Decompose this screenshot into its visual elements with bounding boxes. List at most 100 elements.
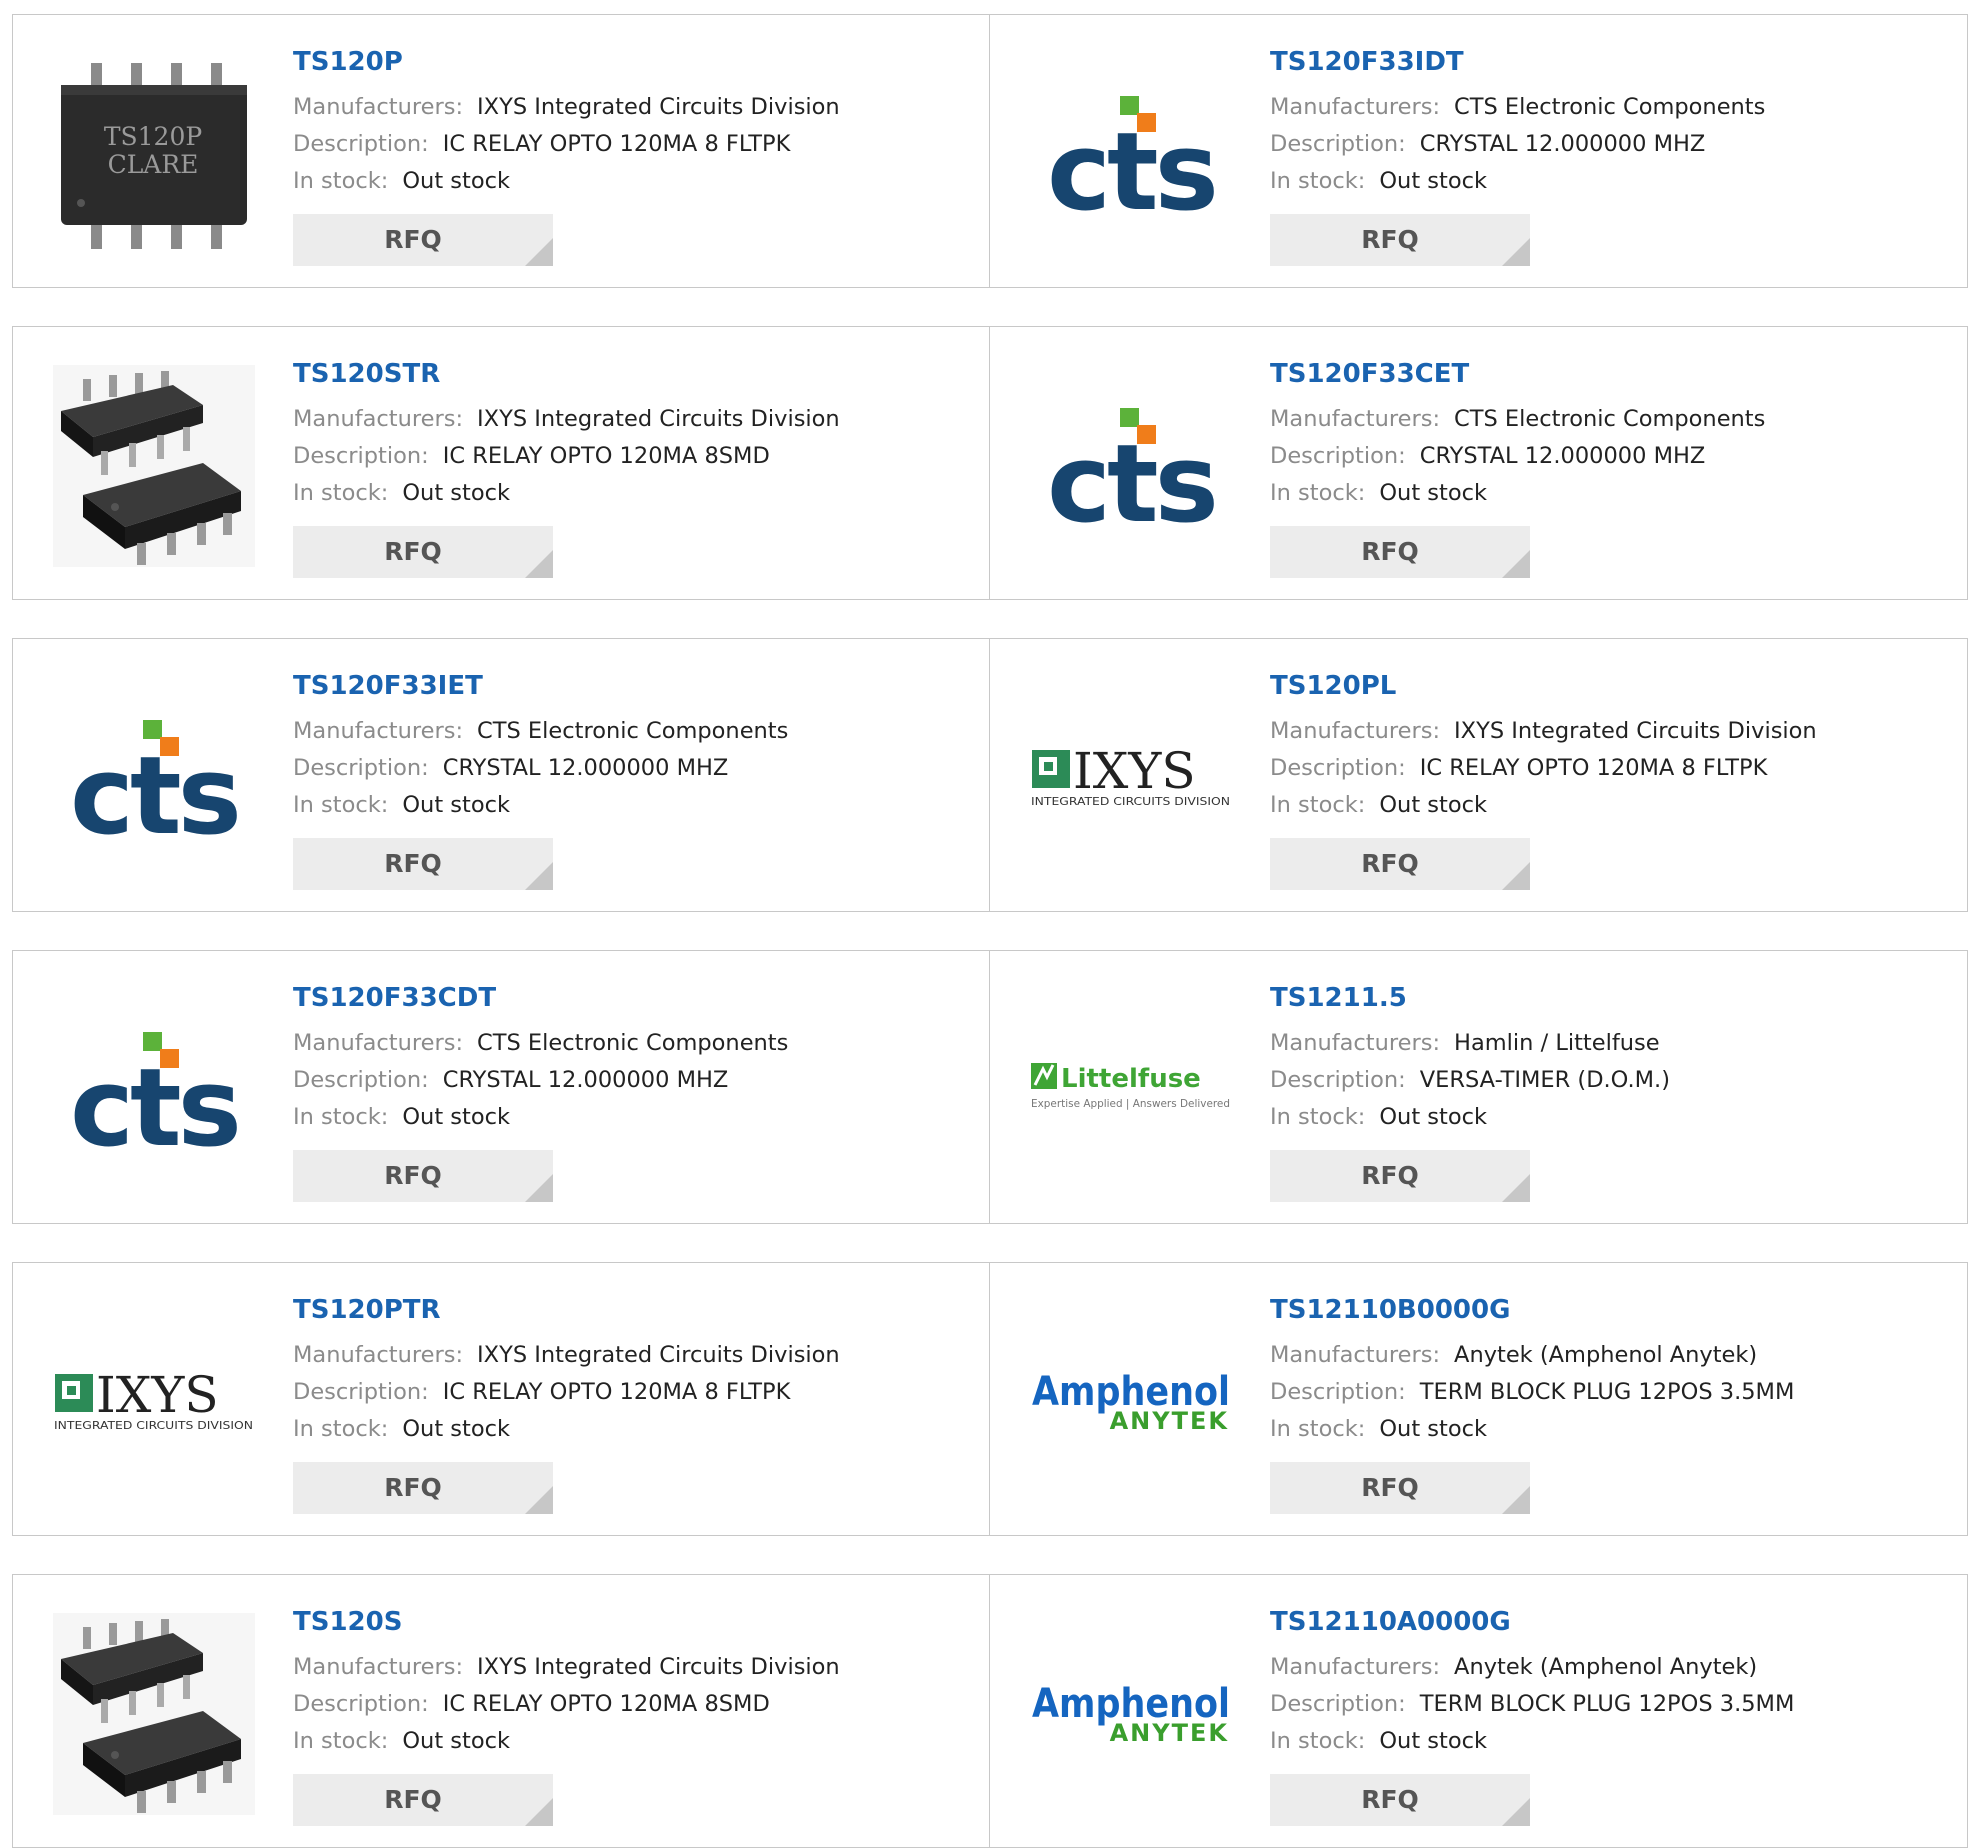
manufacturer-value: CTS Electronic Components bbox=[477, 718, 789, 744]
ixys-logo: IXYS INTEGRATED CIRCUITS DIVISION bbox=[54, 1367, 253, 1432]
product-image[interactable]: IXYS INTEGRATED CIRCUITS DIVISION bbox=[1030, 677, 1232, 879]
product-card: cts TS120F33IET Manufacturers: CTS Electr… bbox=[12, 638, 990, 912]
rfq-button[interactable]: RFQ bbox=[293, 1462, 553, 1514]
product-image[interactable]: cts bbox=[1030, 365, 1232, 567]
product-card: Amphenol ANYTEK TS12110B0000G Manufactur… bbox=[990, 1262, 1968, 1536]
product-info: TS120P Manufacturers: IXYS Integrated Cir… bbox=[293, 45, 969, 266]
stock-label: In stock: bbox=[293, 480, 389, 506]
part-number-link[interactable]: TS120PL bbox=[1270, 669, 1947, 703]
rfq-button-label: RFQ bbox=[1361, 1785, 1419, 1814]
chip-marking-line2: CLARE bbox=[108, 150, 199, 179]
part-number-link[interactable]: TS1211.5 bbox=[1270, 981, 1947, 1015]
stock-label: In stock: bbox=[1270, 1728, 1366, 1754]
product-image[interactable]: cts bbox=[1030, 53, 1232, 255]
description-label: Description: bbox=[293, 1379, 429, 1405]
description-label: Description: bbox=[293, 1691, 429, 1717]
manufacturer-line: Manufacturers: IXYS Integrated Circuits D… bbox=[1270, 713, 1947, 750]
description-label: Description: bbox=[1270, 1379, 1406, 1405]
stock-value: Out stock bbox=[1379, 1104, 1487, 1130]
part-number-link[interactable]: TS12110B0000G bbox=[1270, 1293, 1947, 1327]
manufacturer-line: Manufacturers: CTS Electronic Components bbox=[1270, 89, 1947, 126]
logo-subtext: Expertise Applied | Answers Delivered bbox=[1031, 1098, 1230, 1110]
rfq-button-label: RFQ bbox=[384, 537, 442, 566]
product-info: TS120F33IDT Manufacturers: CTS Electronic… bbox=[1270, 45, 1947, 266]
description-line: Description: CRYSTAL 12.000000 MHZ bbox=[1270, 438, 1947, 475]
product-info: TS120PL Manufacturers: IXYS Integrated Ci… bbox=[1270, 669, 1947, 890]
cts-logo: cts bbox=[70, 720, 242, 838]
rfq-button-label: RFQ bbox=[384, 1785, 442, 1814]
manufacturer-value: Hamlin / Littelfuse bbox=[1454, 1030, 1660, 1056]
part-number-link[interactable]: TS120F33IDT bbox=[1270, 45, 1947, 79]
rfq-button[interactable]: RFQ bbox=[1270, 1462, 1530, 1514]
product-image[interactable]: cts bbox=[53, 677, 255, 879]
rfq-button[interactable]: RFQ bbox=[1270, 214, 1530, 266]
logo-subtext: ANYTEK bbox=[1110, 1719, 1229, 1747]
part-number-link[interactable]: TS120P bbox=[293, 45, 969, 79]
description-line: Description: CRYSTAL 12.000000 MHZ bbox=[1270, 126, 1947, 163]
stock-label: In stock: bbox=[1270, 168, 1366, 194]
part-number-link[interactable]: TS120S bbox=[293, 1605, 969, 1639]
stock-line: In stock: Out stock bbox=[293, 475, 969, 512]
product-image[interactable]: IXYS INTEGRATED CIRCUITS DIVISION bbox=[53, 1301, 255, 1503]
rfq-button[interactable]: RFQ bbox=[293, 1774, 553, 1826]
part-number-link[interactable]: TS120STR bbox=[293, 357, 969, 391]
product-card: cts TS120F33CET Manufacturers: CTS Electr… bbox=[990, 326, 1968, 600]
manufacturer-value: CTS Electronic Components bbox=[477, 1030, 789, 1056]
stock-value: Out stock bbox=[402, 792, 510, 818]
rfq-button[interactable]: RFQ bbox=[293, 838, 553, 890]
cts-logo: cts bbox=[70, 1032, 242, 1150]
manufacturer-label: Manufacturers: bbox=[293, 1030, 464, 1056]
manufacturer-line: Manufacturers: IXYS Integrated Circuits D… bbox=[293, 1649, 969, 1686]
manufacturer-label: Manufacturers: bbox=[293, 718, 464, 744]
product-image[interactable]: cts bbox=[53, 989, 255, 1191]
product-image[interactable]: Littelfuse Expertise Applied | Answers D… bbox=[1030, 989, 1232, 1191]
product-image[interactable]: Amphenol ANYTEK bbox=[1030, 1613, 1232, 1815]
part-number-link[interactable]: TS12110A0000G bbox=[1270, 1605, 1947, 1639]
manufacturer-value: IXYS Integrated Circuits Division bbox=[477, 1654, 840, 1680]
description-value: CRYSTAL 12.000000 MHZ bbox=[442, 1067, 729, 1093]
product-image[interactable] bbox=[53, 365, 255, 567]
manufacturer-line: Manufacturers: IXYS Integrated Circuits D… bbox=[293, 89, 969, 126]
part-number-link[interactable]: TS120F33IET bbox=[293, 669, 969, 703]
description-value: CRYSTAL 12.000000 MHZ bbox=[1419, 131, 1706, 157]
cts-logo: cts bbox=[1047, 96, 1219, 214]
rfq-button-label: RFQ bbox=[1361, 225, 1419, 254]
description-line: Description: CRYSTAL 12.000000 MHZ bbox=[293, 1062, 969, 1099]
product-image[interactable]: Amphenol ANYTEK bbox=[1030, 1301, 1232, 1503]
product-card: TS120STR Manufacturers: IXYS Integrated C… bbox=[12, 326, 990, 600]
manufacturer-line: Manufacturers: IXYS Integrated Circuits D… bbox=[293, 401, 969, 438]
part-number-link[interactable]: TS120PTR bbox=[293, 1293, 969, 1327]
rfq-button-label: RFQ bbox=[1361, 537, 1419, 566]
manufacturer-label: Manufacturers: bbox=[1270, 1342, 1441, 1368]
rfq-button[interactable]: RFQ bbox=[293, 526, 553, 578]
rfq-button[interactable]: RFQ bbox=[293, 1150, 553, 1202]
amphenol-logo: Amphenol ANYTEK bbox=[1032, 1369, 1230, 1435]
manufacturer-label: Manufacturers: bbox=[293, 1342, 464, 1368]
part-number-link[interactable]: TS120F33CDT bbox=[293, 981, 969, 1015]
stock-line: In stock: Out stock bbox=[293, 1411, 969, 1448]
stock-value: Out stock bbox=[1379, 1728, 1487, 1754]
product-info: TS120F33CET Manufacturers: CTS Electronic… bbox=[1270, 357, 1947, 578]
stock-value: Out stock bbox=[402, 168, 510, 194]
manufacturer-label: Manufacturers: bbox=[1270, 1654, 1441, 1680]
rfq-button-label: RFQ bbox=[1361, 849, 1419, 878]
rfq-button[interactable]: RFQ bbox=[293, 214, 553, 266]
manufacturer-label: Manufacturers: bbox=[1270, 94, 1441, 120]
description-label: Description: bbox=[293, 131, 429, 157]
product-row: IXYS INTEGRATED CIRCUITS DIVISION TS120P… bbox=[12, 1262, 1968, 1536]
stock-label: In stock: bbox=[293, 1416, 389, 1442]
rfq-button[interactable]: RFQ bbox=[1270, 1150, 1530, 1202]
cts-logo: cts bbox=[1047, 408, 1219, 526]
rfq-button[interactable]: RFQ bbox=[1270, 838, 1530, 890]
chip-photo bbox=[53, 1613, 255, 1815]
product-image[interactable]: TS120P CLARE bbox=[53, 53, 255, 255]
stock-line: In stock: Out stock bbox=[1270, 163, 1947, 200]
product-image[interactable] bbox=[53, 1613, 255, 1815]
rfq-button[interactable]: RFQ bbox=[1270, 526, 1530, 578]
description-value: TERM BLOCK PLUG 12POS 3.5MM bbox=[1419, 1379, 1795, 1405]
logo-text: Littelfuse bbox=[1061, 1064, 1201, 1094]
product-card: Amphenol ANYTEK TS12110A0000G Manufactur… bbox=[990, 1574, 1968, 1848]
part-number-link[interactable]: TS120F33CET bbox=[1270, 357, 1947, 391]
description-value: TERM BLOCK PLUG 12POS 3.5MM bbox=[1419, 1691, 1795, 1717]
rfq-button[interactable]: RFQ bbox=[1270, 1774, 1530, 1826]
